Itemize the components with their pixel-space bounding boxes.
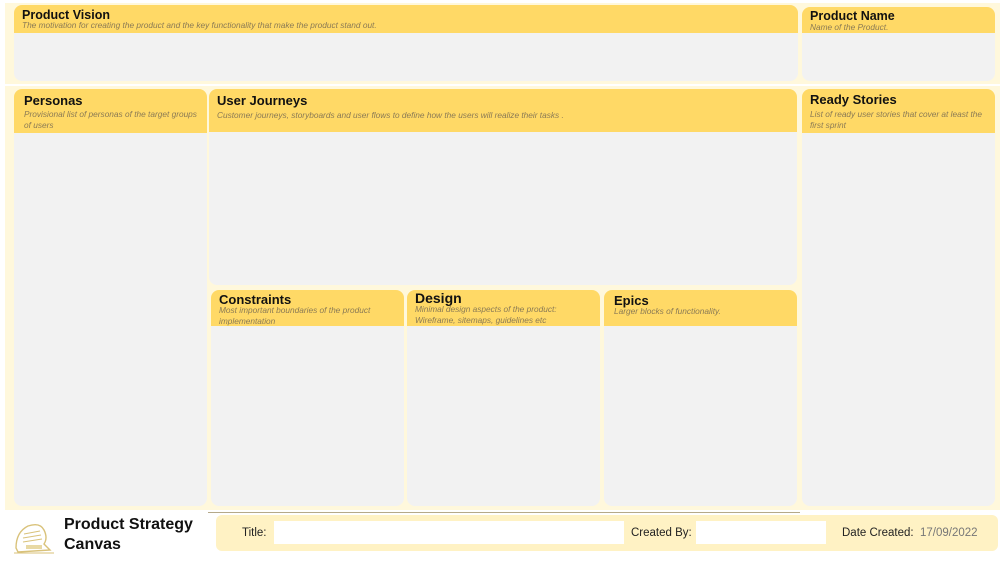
design-description: Minimal design aspects of the product: W… — [415, 304, 557, 325]
product-name-panel[interactable]: Product Name Name of the Product. — [802, 7, 995, 81]
footer-divider — [208, 512, 800, 513]
design-panel[interactable]: Design Minimal design aspects of the pro… — [407, 290, 600, 506]
ready-stories-panel[interactable]: Ready Stories List of ready user stories… — [802, 89, 995, 506]
title-input[interactable] — [274, 521, 624, 544]
user-journeys-panel[interactable]: User Journeys Customer journeys, storybo… — [209, 89, 797, 285]
user-journeys-title: User Journeys — [217, 93, 308, 108]
product-vision-description: The motivation for creating the product … — [22, 20, 377, 30]
created-by-label: Created By: — [631, 527, 692, 539]
personas-panel[interactable]: Personas Provisional list of personas of… — [14, 89, 207, 506]
created-by-input[interactable] — [696, 521, 826, 544]
constraints-description: Most important boundaries of the product… — [219, 305, 371, 326]
ready-stories-title: Ready Stories — [810, 92, 897, 107]
date-created-value[interactable]: 17/09/2022 — [920, 527, 978, 539]
epics-description: Larger blocks of functionality. — [614, 306, 721, 316]
bookstack-logo-icon — [14, 523, 54, 554]
product-name-title: Product Name — [810, 9, 895, 23]
product-name-description: Name of the Product. — [810, 22, 889, 32]
epics-panel[interactable]: Epics Larger blocks of functionality. — [604, 290, 797, 506]
product-vision-panel[interactable]: Product Vision The motivation for creati… — [14, 5, 798, 81]
user-journeys-description: Customer journeys, storyboards and user … — [217, 110, 564, 120]
constraints-panel[interactable]: Constraints Most important boundaries of… — [211, 290, 404, 506]
title-label: Title: — [242, 527, 267, 539]
ready-stories-description: List of ready user stories that cover at… — [810, 109, 983, 130]
personas-description: Provisional list of personas of the targ… — [24, 109, 197, 130]
date-created-label: Date Created: — [842, 527, 914, 539]
canvas-title: Product Strategy Canvas — [64, 516, 193, 553]
personas-title: Personas — [24, 93, 83, 108]
